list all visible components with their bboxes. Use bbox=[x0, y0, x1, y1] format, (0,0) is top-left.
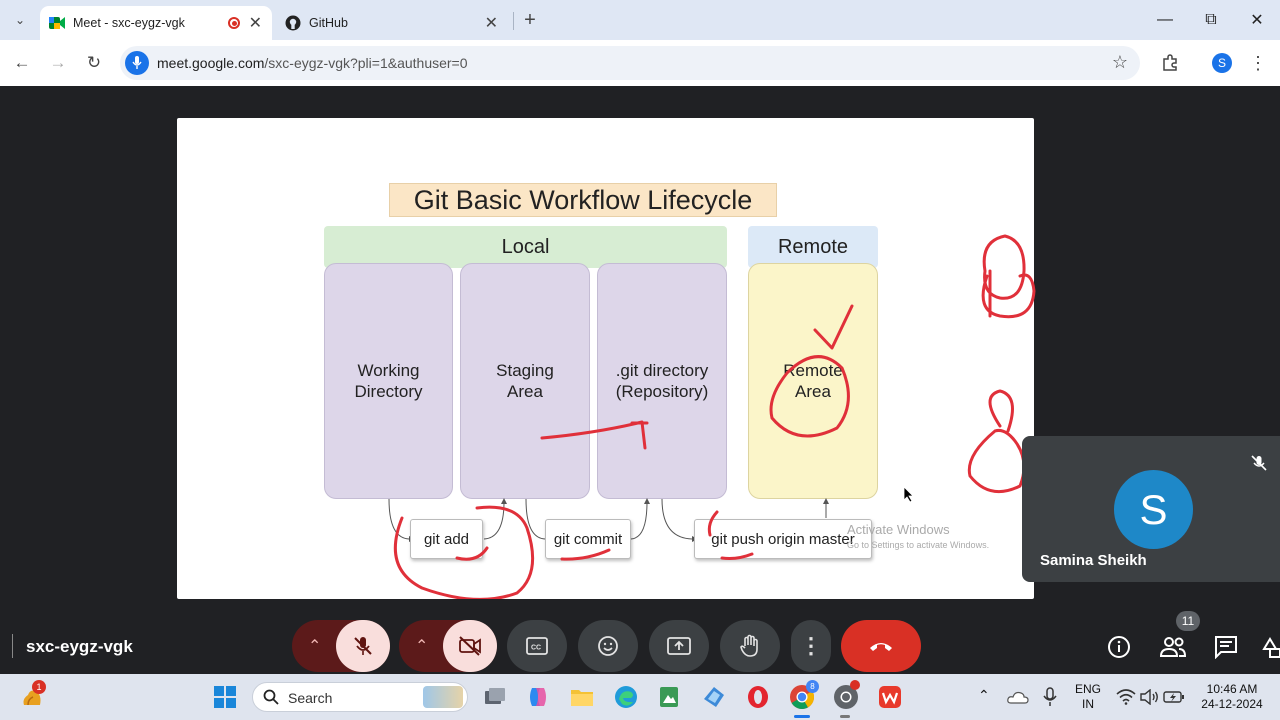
meeting-code: sxc-eygz-vgk bbox=[26, 637, 133, 656]
browser-menu-icon[interactable]: ⋮ bbox=[1244, 49, 1272, 77]
participant-tile[interactable]: S Samina Sheikh bbox=[1022, 436, 1280, 582]
presentation-slide: Git Basic Workflow Lifecycle Local Remot… bbox=[177, 118, 1034, 703]
windows-start-icon[interactable] bbox=[211, 683, 239, 711]
captions-icon: CC bbox=[526, 637, 548, 655]
clock-date: 24-12-2024 bbox=[1201, 697, 1263, 711]
edge-icon[interactable] bbox=[612, 683, 640, 711]
meeting-info-button[interactable] bbox=[1099, 627, 1139, 667]
reactions-button[interactable] bbox=[578, 620, 638, 672]
browser-toolbar: ← → ↻ meet.google.com/sxc-eygz-vgk?pli=1… bbox=[0, 40, 1280, 86]
profile-avatar[interactable]: S bbox=[1212, 53, 1232, 73]
tab-search-icon[interactable]: ⌄ bbox=[6, 6, 34, 34]
task-view-icon[interactable] bbox=[481, 683, 509, 711]
clock-time: 10:46 AM bbox=[1206, 682, 1258, 696]
camera-toggle-button[interactable] bbox=[443, 620, 497, 672]
end-call-icon bbox=[870, 643, 892, 651]
divider bbox=[12, 634, 13, 658]
tab-meet[interactable]: Meet - sxc-eygz-vgk ✕ bbox=[40, 6, 272, 40]
tab-github[interactable]: GitHub ✕ bbox=[276, 6, 508, 40]
minimize-button[interactable]: — bbox=[1142, 0, 1188, 40]
search-icon bbox=[263, 689, 279, 705]
chevron-up-icon[interactable]: ⌃ bbox=[308, 636, 321, 656]
back-button[interactable]: ← bbox=[8, 49, 36, 77]
bookmark-star-icon[interactable]: ☆ bbox=[1112, 52, 1128, 73]
more-vert-icon: ⋮ bbox=[800, 633, 822, 658]
present-screen-button[interactable] bbox=[649, 620, 709, 672]
tab-title: Meet - sxc-eygz-vgk bbox=[73, 16, 185, 30]
raise-hand-button[interactable] bbox=[720, 620, 780, 672]
leave-call-button[interactable] bbox=[841, 620, 921, 672]
tab-title: GitHub bbox=[309, 16, 348, 30]
show-hidden-icons-icon[interactable]: ⌃ bbox=[978, 687, 990, 704]
tab-divider bbox=[513, 12, 514, 30]
url-host: meet.google.com bbox=[157, 55, 265, 71]
language-code: ENG bbox=[1074, 682, 1101, 696]
browser-tab-strip: ⌄ Meet - sxc-eygz-vgk ✕ GitHub ✕ + — ⧉ ✕ bbox=[0, 0, 1280, 40]
forward-button[interactable]: → bbox=[44, 49, 72, 77]
shapes-icon bbox=[1262, 637, 1280, 658]
github-icon bbox=[285, 15, 301, 31]
address-bar[interactable]: meet.google.com/sxc-eygz-vgk?pli=1&authu… bbox=[120, 46, 1140, 80]
participants-count-badge: 11 bbox=[1176, 611, 1200, 631]
copilot-icon[interactable] bbox=[524, 683, 552, 711]
app-alert-dot bbox=[850, 680, 860, 690]
url-text: meet.google.com/sxc-eygz-vgk?pli=1&authu… bbox=[157, 55, 468, 71]
people-button[interactable] bbox=[1153, 627, 1193, 667]
notification-badge: 1 bbox=[32, 680, 46, 694]
microphone-tray-icon[interactable] bbox=[1036, 683, 1064, 711]
battery-icon[interactable] bbox=[1160, 683, 1188, 711]
video-control-group: ⌃ bbox=[399, 620, 497, 672]
chat-icon bbox=[1215, 636, 1237, 659]
app-icon[interactable] bbox=[700, 683, 728, 711]
file-explorer-icon[interactable] bbox=[568, 683, 596, 711]
new-tab-button[interactable]: + bbox=[516, 6, 544, 34]
close-tab-icon[interactable]: ✕ bbox=[249, 13, 262, 33]
search-highlight-icon bbox=[423, 686, 463, 708]
chrome-profile-badge: 8 bbox=[806, 680, 819, 693]
info-icon bbox=[1108, 636, 1130, 658]
language-indicator[interactable]: ENG IN bbox=[1070, 682, 1106, 712]
present-icon bbox=[667, 637, 691, 655]
active-app-indicator bbox=[794, 715, 810, 718]
url-path: /sxc-eygz-vgk?pli=1&authuser=0 bbox=[264, 55, 468, 71]
microphone-toggle-button[interactable] bbox=[336, 620, 390, 672]
participant-avatar: S bbox=[1114, 470, 1193, 549]
reload-button[interactable]: ↻ bbox=[80, 49, 108, 77]
chat-button[interactable] bbox=[1206, 627, 1246, 667]
captions-button[interactable]: CC bbox=[507, 620, 567, 672]
audio-control-group: ⌃ bbox=[292, 620, 390, 672]
clock[interactable]: 10:46 AM 24-12-2024 bbox=[1192, 682, 1272, 712]
restore-button[interactable]: ⧉ bbox=[1188, 0, 1234, 40]
arrow-cursor-icon bbox=[903, 486, 914, 503]
pen-annotations bbox=[393, 304, 854, 599]
taskbar-search[interactable]: Search bbox=[252, 682, 468, 712]
close-window-button[interactable]: ✕ bbox=[1234, 0, 1280, 40]
meet-controls-bar: sxc-eygz-vgk ⌃ ⌃ CC ⋮ 11 bbox=[0, 611, 1280, 674]
more-options-button[interactable]: ⋮ bbox=[791, 620, 831, 672]
muted-mic-icon bbox=[1250, 454, 1268, 477]
recording-icon bbox=[228, 17, 240, 29]
close-tab-icon[interactable]: ✕ bbox=[485, 13, 498, 33]
participant-name: Samina Sheikh bbox=[1040, 552, 1147, 569]
running-app-indicator bbox=[840, 715, 850, 718]
extensions-icon[interactable] bbox=[1156, 49, 1184, 77]
people-icon bbox=[1159, 637, 1187, 657]
wps-office-icon[interactable] bbox=[876, 683, 904, 711]
camera-off-icon bbox=[459, 636, 481, 656]
mic-off-icon bbox=[354, 637, 372, 655]
photos-app-icon[interactable] bbox=[655, 683, 683, 711]
onedrive-icon[interactable] bbox=[1004, 683, 1032, 711]
google-meet-icon bbox=[49, 17, 65, 29]
windows-taskbar: 1 Search 8 ⌃ ENG IN 10:46 AM 24-12-2024 bbox=[0, 674, 1280, 720]
meet-stage: Git Basic Workflow Lifecycle Local Remot… bbox=[0, 86, 1280, 703]
microphone-icon[interactable] bbox=[125, 51, 149, 75]
activities-button[interactable] bbox=[1260, 627, 1280, 667]
hand-icon bbox=[740, 634, 758, 657]
emoji-icon bbox=[598, 636, 618, 656]
chevron-up-icon[interactable]: ⌃ bbox=[415, 636, 428, 656]
opera-icon[interactable] bbox=[744, 683, 772, 711]
search-placeholder: Search bbox=[288, 690, 333, 706]
svg-text:CC: CC bbox=[531, 645, 541, 652]
region-code: IN bbox=[1082, 697, 1094, 711]
